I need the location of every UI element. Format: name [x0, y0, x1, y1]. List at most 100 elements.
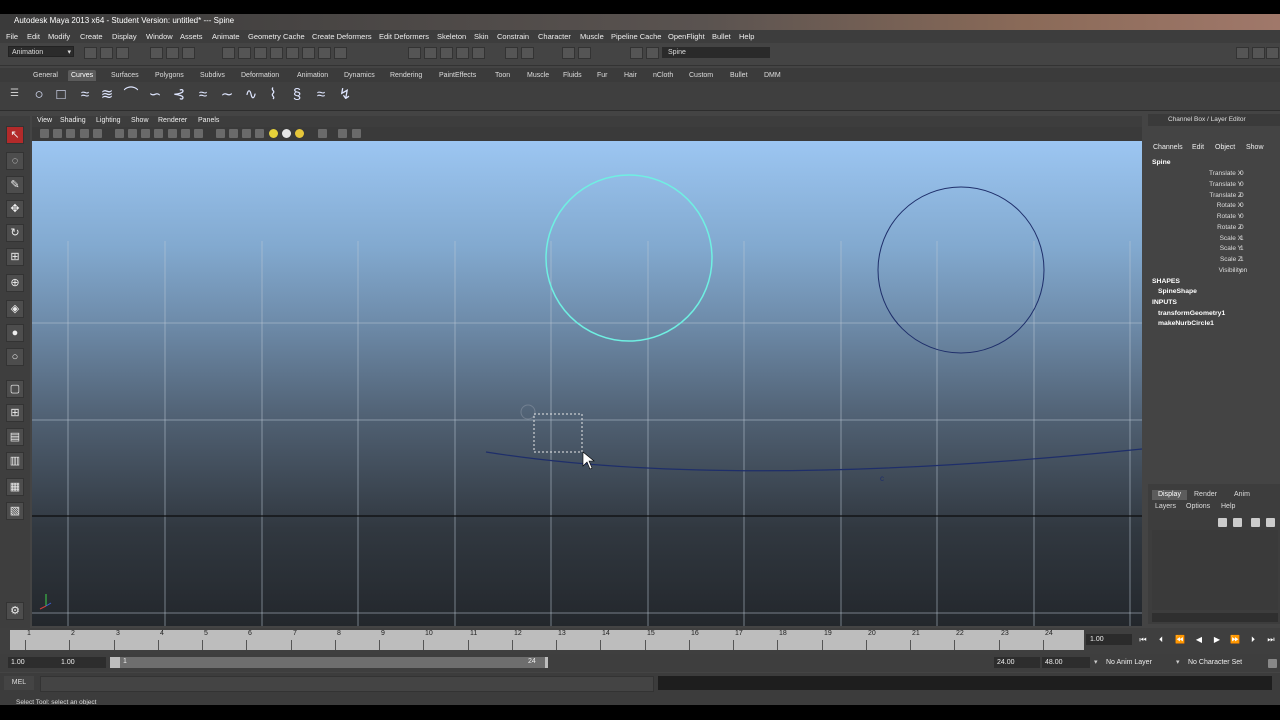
- safe-action-icon[interactable]: [181, 129, 190, 138]
- shadows-icon[interactable]: [295, 129, 304, 138]
- wireframe-icon[interactable]: [216, 129, 225, 138]
- square-icon[interactable]: □: [52, 86, 70, 104]
- shelf-tab-dmm[interactable]: DMM: [761, 70, 784, 81]
- shelf-tab-rendering[interactable]: Rendering: [387, 70, 425, 81]
- attr-scale-z-value[interactable]: 1: [1240, 256, 1260, 263]
- shelf-tab-dynamics[interactable]: Dynamics: [341, 70, 378, 81]
- script-editor-icon[interactable]: ⚙: [6, 602, 24, 620]
- move-tool-icon[interactable]: ✥: [6, 200, 24, 218]
- isolate-select-icon[interactable]: [562, 47, 575, 59]
- layer-tab-render[interactable]: Render: [1188, 490, 1223, 500]
- step-back-key-icon[interactable]: ⏴: [1154, 634, 1168, 646]
- resolution-gate-icon[interactable]: [141, 129, 150, 138]
- new-layer-selected-icon[interactable]: [1233, 518, 1242, 527]
- menu-openflight[interactable]: OpenFlight: [668, 32, 705, 41]
- shelf-tab-animation[interactable]: Animation: [294, 70, 331, 81]
- select-object-icon[interactable]: [166, 47, 179, 59]
- ep-curve-icon[interactable]: ≋: [98, 86, 116, 104]
- character-set-dropdown-icon[interactable]: ▾: [1176, 658, 1180, 666]
- panel-menu-shading[interactable]: Shading: [60, 117, 86, 124]
- layer-menu-layers[interactable]: Layers: [1155, 503, 1176, 510]
- menu-skeleton[interactable]: Skeleton: [437, 32, 466, 41]
- outliner-layout-icon[interactable]: ▦: [6, 478, 24, 496]
- attr-scale-y-value[interactable]: 1: [1240, 245, 1260, 252]
- smooth-shade-icon[interactable]: [229, 129, 238, 138]
- scale-tool-icon[interactable]: ⊞: [6, 248, 24, 266]
- shelf-tab-toon[interactable]: Toon: [492, 70, 513, 81]
- input-node-make-nurb-circle[interactable]: makeNurbCircle1: [1158, 320, 1214, 327]
- character-set-selector[interactable]: No Character Set: [1188, 659, 1242, 666]
- gate-mask-icon[interactable]: [154, 129, 163, 138]
- open-scene-icon[interactable]: [100, 47, 113, 59]
- snap-point-icon[interactable]: [254, 47, 267, 59]
- select-camera-icon[interactable]: [40, 129, 49, 138]
- shelf-tab-surfaces[interactable]: Surfaces: [108, 70, 142, 81]
- persp-outliner-layout-icon[interactable]: ▥: [6, 452, 24, 470]
- menu-character[interactable]: Character: [538, 32, 571, 41]
- play-forwards-icon[interactable]: ▶: [1210, 634, 1224, 646]
- name-field[interactable]: Spine: [662, 47, 770, 58]
- quick-select-icon[interactable]: [630, 47, 643, 59]
- shelf-tab-muscle[interactable]: Muscle: [524, 70, 552, 81]
- curve-edit-icon[interactable]: ↯: [336, 86, 354, 104]
- attr-translate-x-value[interactable]: 0: [1240, 170, 1260, 177]
- hypershade-layout-icon[interactable]: ▧: [6, 502, 24, 520]
- save-scene-icon[interactable]: [116, 47, 129, 59]
- input-node-transform-geometry[interactable]: transformGeometry1: [1158, 310, 1225, 317]
- menu-geometry-cache[interactable]: Geometry Cache: [248, 32, 305, 41]
- render-region-icon[interactable]: [472, 47, 485, 59]
- soft-mod-icon[interactable]: ◈: [6, 300, 24, 318]
- bezier-icon[interactable]: ≈: [194, 86, 212, 104]
- selected-nurbs-circle[interactable]: [545, 174, 713, 342]
- menu-edit-deformers[interactable]: Edit Deformers: [379, 32, 429, 41]
- shelf-tab-ncloth[interactable]: nCloth: [650, 70, 676, 81]
- menu-animate[interactable]: Animate: [212, 32, 240, 41]
- layer-menu-help[interactable]: Help: [1221, 503, 1235, 510]
- shelf-tab-custom[interactable]: Custom: [686, 70, 716, 81]
- playback-start-field[interactable]: 1.00: [58, 657, 106, 668]
- lasso-tool-icon[interactable]: ◌: [6, 152, 24, 170]
- high-quality-icon[interactable]: [352, 129, 361, 138]
- panel-menu-panels[interactable]: Panels: [198, 117, 219, 124]
- layer-tab-anim[interactable]: Anim: [1228, 490, 1256, 500]
- move-layer-up-icon[interactable]: [1251, 518, 1260, 527]
- shelf-tab-curves[interactable]: Curves: [68, 70, 97, 81]
- default-light-icon[interactable]: [269, 129, 278, 138]
- show-tool-settings-icon[interactable]: [505, 47, 518, 59]
- pencil-curve-icon[interactable]: ⌒: [122, 86, 140, 104]
- wave-icon[interactable]: ∿: [242, 86, 260, 104]
- menu-display[interactable]: Display: [112, 32, 137, 41]
- cv-curve-icon[interactable]: ≈: [76, 86, 94, 104]
- image-plane-icon[interactable]: [80, 129, 89, 138]
- channel-menu-channels[interactable]: Channels: [1153, 144, 1183, 151]
- snap-grid-icon[interactable]: [222, 47, 235, 59]
- select-tool-icon[interactable]: ↖: [6, 126, 24, 144]
- menu-pipeline-cache[interactable]: Pipeline Cache: [611, 32, 661, 41]
- show-manipulator-icon[interactable]: ●: [6, 324, 24, 342]
- menu-constrain[interactable]: Constrain: [497, 32, 529, 41]
- attr-scale-x-value[interactable]: 1: [1240, 235, 1260, 242]
- menu-skin[interactable]: Skin: [474, 32, 489, 41]
- show-attribute-editor-icon[interactable]: [521, 47, 534, 59]
- menu-window[interactable]: Window: [146, 32, 173, 41]
- show-hide-attribute-editor-icon[interactable]: [1236, 47, 1249, 59]
- channel-menu-edit[interactable]: Edit: [1192, 144, 1204, 151]
- show-hide-tool-settings-icon[interactable]: [1252, 47, 1265, 59]
- attr-rotate-y-value[interactable]: 0: [1240, 213, 1260, 220]
- playback-end-field[interactable]: 24.00: [994, 657, 1040, 668]
- menu-create-deformers[interactable]: Create Deformers: [312, 32, 372, 41]
- shelf-tab-fur[interactable]: Fur: [594, 70, 611, 81]
- step-forward-key-icon[interactable]: ⏵: [1246, 634, 1260, 646]
- arc-icon[interactable]: ∽: [146, 86, 164, 104]
- panel-menu-show[interactable]: Show: [131, 117, 149, 124]
- xray-icon[interactable]: [255, 129, 264, 138]
- film-gate-icon[interactable]: [128, 129, 137, 138]
- menu-help[interactable]: Help: [739, 32, 754, 41]
- shelf-tab-fluids[interactable]: Fluids: [560, 70, 585, 81]
- select-hierarchy-icon[interactable]: [150, 47, 163, 59]
- 2d-pan-zoom-icon[interactable]: [93, 129, 102, 138]
- command-language-toggle[interactable]: MEL: [4, 676, 34, 690]
- menu-assets[interactable]: Assets: [180, 32, 203, 41]
- sine-icon[interactable]: ⌇: [264, 86, 282, 104]
- channel-menu-object[interactable]: Object: [1215, 144, 1235, 151]
